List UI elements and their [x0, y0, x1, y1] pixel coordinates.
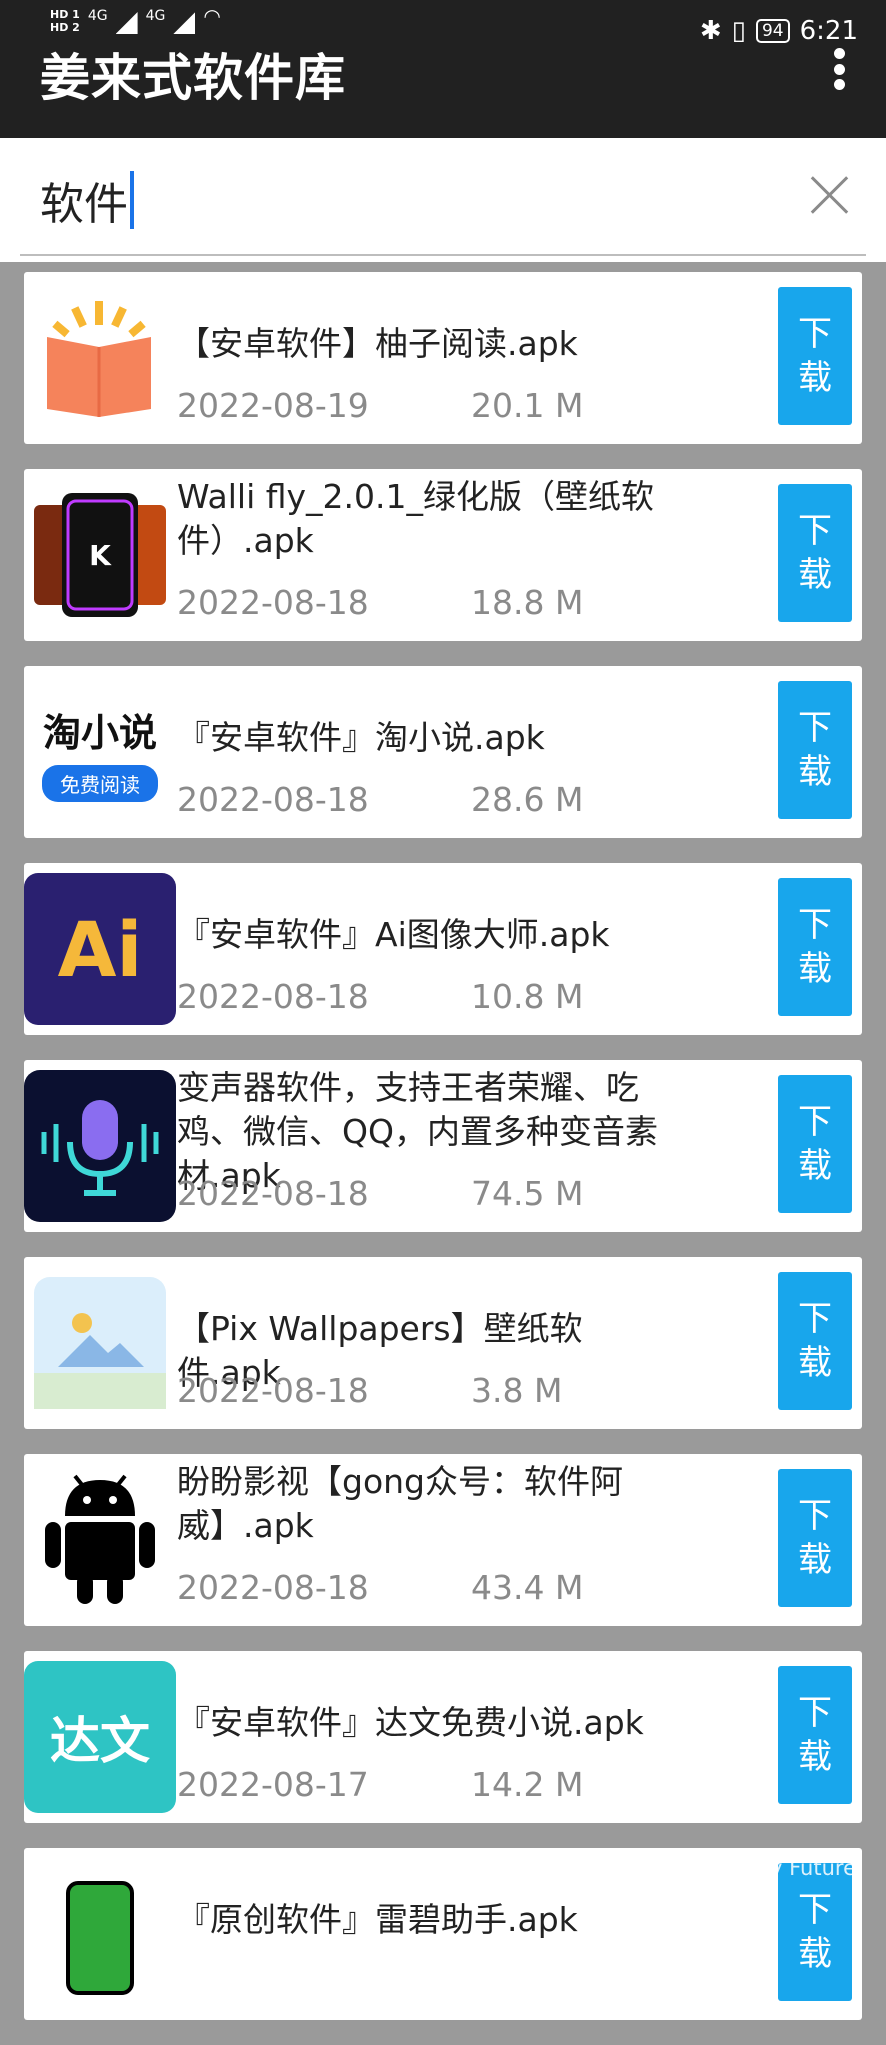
svg-text:K: K — [89, 539, 112, 572]
search-bar: 软件 — [0, 138, 886, 262]
list-item[interactable]: 【Pix Wallpapers】壁纸软件.apk 2022-08-18 3.8 … — [24, 1257, 862, 1429]
item-size: 28.6 M — [471, 780, 584, 819]
item-size: 3.8 M — [471, 1371, 563, 1410]
hd-indicator-2: HD 2 — [50, 21, 80, 34]
item-size: 10.8 M — [471, 977, 584, 1016]
item-date: 2022-08-18 — [177, 583, 369, 622]
list-item[interactable]: 【安卓软件】柚子阅读.apk 2022-08-19 20.1 M 下载 — [24, 272, 862, 444]
item-title: 【安卓软件】柚子阅读.apk — [177, 324, 578, 363]
item-size: 74.5 M — [471, 1174, 584, 1213]
signal-icon-2 — [173, 12, 196, 34]
item-date: 2022-08-18 — [177, 1568, 369, 1607]
thumb-text: 达文 — [50, 1712, 150, 1770]
list-item[interactable]: 盼盼影视【gong众号：软件阿威】.apk 2022-08-18 43.4 M … — [24, 1454, 862, 1626]
item-size: 20.1 M — [471, 386, 584, 425]
thumb-text: Ai — [57, 904, 143, 994]
list-item[interactable]: 淘小说 免费阅读 『安卓软件』淘小说.apk 2022-08-18 28.6 M… — [24, 666, 862, 838]
app-icon-book — [24, 282, 176, 434]
wifi-icon: ◠ — [203, 4, 221, 28]
app-icon-dawen: 达文 — [24, 1661, 176, 1813]
item-size: 18.8 M — [471, 583, 584, 622]
item-date: 2022-08-18 — [177, 977, 369, 1016]
app-title: 姜来式软件库 — [40, 49, 346, 107]
item-title: 『安卓软件』淘小说.apk — [177, 718, 545, 757]
android-icon — [24, 1464, 176, 1616]
app-icon-wallpaper — [24, 1267, 176, 1419]
list-item[interactable]: Ai 『安卓软件』Ai图像大师.apk 2022-08-18 10.8 M 下载 — [24, 863, 862, 1035]
search-input[interactable]: 软件 — [40, 168, 134, 232]
list-item[interactable]: K Walli fly_2.0.1_绿化版（壁纸软件）.apk 2022-08-… — [24, 469, 862, 641]
app-icon-microphone — [24, 1070, 176, 1222]
search-query: 软件 — [40, 179, 128, 230]
text-caret — [130, 171, 134, 229]
item-date: 2022-08-18 — [177, 1371, 369, 1410]
thumb-subtext: 免费阅读 — [42, 765, 158, 802]
battery-level: 94 — [755, 19, 790, 43]
result-list: 【安卓软件】柚子阅读.apk 2022-08-19 20.1 M 下载 K Wa… — [24, 272, 862, 2045]
download-button[interactable]: 下载 — [778, 1469, 852, 1607]
close-icon[interactable] — [808, 174, 850, 216]
status-bar-left: HD 1 HD 2 4G 4G ◠ — [50, 4, 221, 34]
download-button[interactable]: 下载 — [778, 1075, 852, 1213]
network-label-1: 4G — [87, 8, 108, 24]
search-underline — [20, 254, 866, 256]
hd-indicator-1: HD 1 — [50, 8, 80, 21]
more-menu-icon[interactable] — [834, 48, 846, 90]
item-title: Walli fly_2.0.1_绿化版（壁纸软件）.apk — [177, 477, 655, 560]
item-date: 2022-08-19 — [177, 386, 369, 425]
bluetooth-icon: ✱ — [699, 16, 722, 46]
watermark: For My Future — [712, 1856, 856, 1880]
app-icon-taoxiaoshuo: 淘小说 免费阅读 — [24, 676, 176, 828]
item-size: 14.2 M — [471, 1765, 584, 1804]
list-item[interactable]: 达文 『安卓软件』达文免费小说.apk 2022-08-17 14.2 M 下载 — [24, 1651, 862, 1823]
app-bar: HD 1 HD 2 4G 4G ◠ ✱ ▯ 94 6:21 姜来式软件库 — [0, 0, 886, 138]
list-item[interactable]: 变声器软件，支持王者荣耀、吃鸡、微信、QQ，内置多种变音素材.apk 2022-… — [24, 1060, 862, 1232]
item-date: 2022-08-18 — [177, 780, 369, 819]
vibrate-icon: ▯ — [731, 16, 746, 46]
download-button[interactable]: 下载 — [778, 1666, 852, 1804]
item-date: 2022-08-18 — [177, 1174, 369, 1213]
network-label-2: 4G — [145, 8, 166, 24]
item-title: 『安卓软件』达文免费小说.apk — [177, 1703, 644, 1742]
download-button[interactable]: 下载 — [778, 484, 852, 622]
download-button[interactable]: 下载 — [778, 287, 852, 425]
download-button[interactable]: 下载 — [778, 1863, 852, 2001]
thumb-text: 淘小说 — [42, 711, 157, 755]
status-bar-right: ✱ ▯ 94 6:21 — [700, 16, 858, 46]
signal-icon — [115, 12, 138, 34]
item-title: 盼盼影视【gong众号：软件阿威】.apk — [177, 1462, 623, 1545]
download-button[interactable]: 下载 — [778, 878, 852, 1016]
app-icon-ai: Ai — [24, 873, 176, 1025]
item-size: 43.4 M — [471, 1568, 584, 1607]
item-title: 『安卓软件』Ai图像大师.apk — [177, 915, 610, 954]
app-icon-walli: K — [24, 479, 176, 631]
item-title: 『原创软件』雷碧助手.apk — [177, 1900, 578, 1939]
item-date: 2022-08-17 — [177, 1765, 369, 1804]
app-icon-can — [24, 1858, 176, 2010]
download-button[interactable]: 下载 — [778, 681, 852, 819]
time: 6:21 — [799, 16, 858, 46]
download-button[interactable]: 下载 — [778, 1272, 852, 1410]
